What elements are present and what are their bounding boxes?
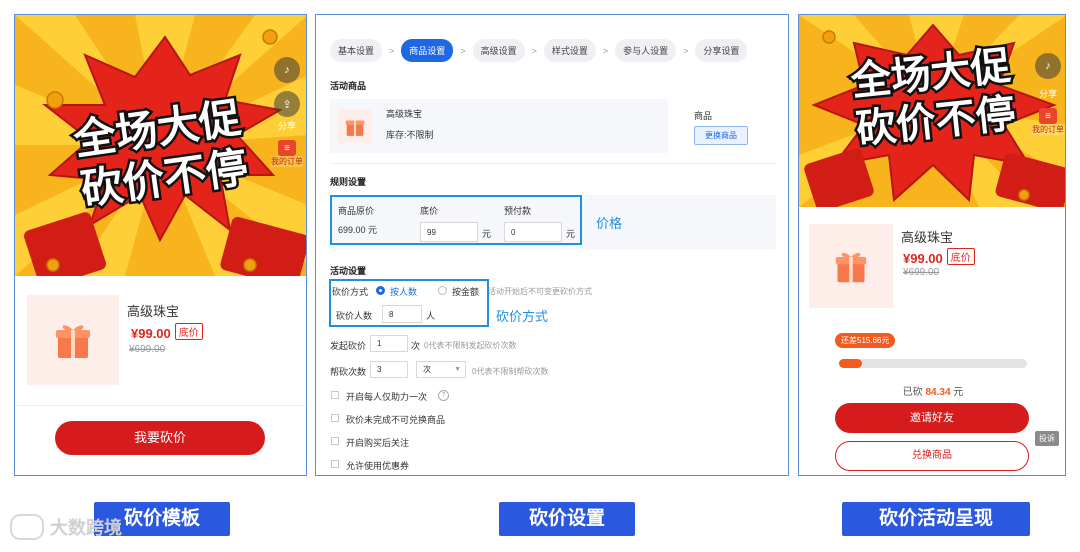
banner-art: 全场大促 砍价不停 — [799, 15, 1065, 207]
tab-basic[interactable]: 基本设置 — [330, 39, 383, 62]
step-arrow-icon: > — [389, 45, 395, 56]
orders-icon: ≡ — [1039, 108, 1057, 124]
tab-participants[interactable]: 参与人设置 — [615, 39, 677, 62]
initiate-input[interactable]: 1 — [370, 335, 408, 352]
price-annotation: 价格 — [596, 216, 623, 231]
activity-title: 活动设置 — [330, 266, 367, 276]
share-label: 分享 — [1038, 89, 1057, 99]
original-price: ¥699.00 — [129, 344, 166, 355]
product-name: 高级珠宝 — [901, 230, 954, 245]
share-label: 分享 — [277, 121, 296, 131]
exchange-goods-button[interactable]: 兑换商品 — [835, 441, 1029, 471]
option-label: 开启购买后关注 — [346, 438, 410, 448]
cut-prefix: 已砍 — [902, 387, 923, 398]
price-value: ¥99.00 — [903, 251, 943, 266]
cut-unit: 元 — [953, 387, 964, 398]
option-checkbox[interactable] — [331, 460, 339, 468]
help-input[interactable]: 3 — [370, 361, 408, 378]
goods-card — [330, 99, 668, 153]
price-value: ¥99.00 — [131, 326, 171, 341]
result-panel: 全场大促 砍价不停 ♪ 分享 ≡ 我的订单 高级珠宝 ¥99.00 底价 ¥699… — [798, 14, 1066, 476]
start-bargain-button[interactable]: 我要砍价 — [55, 421, 265, 455]
mode-hint: 活动开始后不可变更砍价方式 — [488, 287, 592, 296]
tab-advanced[interactable]: 高级设置 — [472, 39, 525, 62]
price-highlight-box — [330, 195, 582, 245]
orders-label: 我的订单 — [1032, 124, 1064, 135]
option-checkbox[interactable] — [331, 414, 339, 422]
initiate-label: 发起砍价 — [330, 341, 367, 351]
music-icon[interactable]: ♪ — [1035, 53, 1061, 79]
floor-price-tag: 底价 — [946, 248, 975, 265]
bargain-progress — [839, 359, 1027, 368]
product-name: 高级珠宝 — [127, 304, 180, 319]
option-checkbox[interactable] — [331, 437, 339, 445]
banner-art: 全场大促 砍价不停 — [15, 15, 306, 276]
caption-result: 砍价活动呈现 — [842, 502, 1030, 536]
banner-side-icons: ♪ 分享 ≡ 我的订单 — [1032, 53, 1064, 136]
bargain-progress-fill — [839, 359, 862, 368]
step-arrow-icon: > — [531, 45, 537, 56]
initiate-unit: 次 — [411, 341, 421, 351]
product-price: ¥99.00 底价 — [903, 248, 975, 266]
divider — [15, 405, 306, 406]
tab-style[interactable]: 样式设置 — [543, 39, 596, 62]
option-label: 开启每人仅助力一次 — [346, 392, 428, 402]
orders-button[interactable]: ≡ 我的订单 — [271, 140, 303, 168]
tab-share[interactable]: 分享设置 — [695, 39, 748, 62]
help-unit-select[interactable]: 次 ▼ — [416, 361, 466, 378]
floor-price-tag: 底价 — [174, 323, 203, 340]
banner-side-icons: ♪ ⇪ 分享 ≡ 我的订单 — [271, 57, 303, 168]
goods-name: 高级珠宝 — [386, 109, 423, 119]
divider — [330, 163, 776, 164]
gift-icon — [835, 252, 867, 283]
product-image — [809, 224, 893, 308]
logo-icon — [10, 514, 44, 540]
remaining-badge: 还差515.66元 — [835, 333, 896, 348]
gift-icon — [345, 120, 365, 136]
orders-icon: ≡ — [278, 140, 296, 156]
watermark: 大数跨境 — [10, 514, 122, 540]
goods-label: 商品 — [694, 111, 713, 121]
step-arrow-icon: > — [460, 45, 466, 56]
cut-summary: 已砍 84.34 元 — [799, 383, 1065, 398]
product-image — [27, 295, 119, 385]
activity-goods-title: 活动商品 — [330, 81, 367, 91]
step-arrow-icon: > — [602, 45, 609, 56]
help-icon: ? — [438, 390, 449, 401]
cut-amount: 84.34 — [925, 387, 951, 398]
tab-goods[interactable]: 商品设置 — [401, 39, 454, 62]
caption-settings: 砍价设置 — [499, 502, 635, 536]
goods-stock: 库存:不限制 — [386, 130, 434, 140]
goods-thumb — [338, 109, 372, 143]
mode-annotation: 砍价方式 — [496, 309, 549, 324]
help-label: 帮砍次数 — [330, 367, 367, 377]
initiate-hint: 0代表不限制发起砍价次数 — [424, 341, 517, 350]
change-goods-button[interactable]: 更换商品 — [694, 126, 748, 145]
watermark-text: 大数跨境 — [50, 518, 122, 538]
orders-button[interactable]: ≡ 我的订单 — [1032, 108, 1064, 136]
option-checkbox[interactable] — [331, 391, 339, 399]
gift-icon — [56, 325, 90, 358]
product-price: ¥99.00 底价 — [131, 323, 203, 341]
mode-highlight-box — [329, 279, 489, 327]
option-label: 允许使用优惠券 — [346, 461, 410, 471]
music-icon[interactable]: ♪ — [274, 57, 300, 83]
rules-title: 规则设置 — [330, 177, 367, 187]
step-arrow-icon: > — [683, 45, 689, 56]
help-unit-value: 次 — [423, 365, 431, 374]
original-price: ¥699.00 — [903, 267, 940, 278]
option-label: 砍价未完成不可兑换商品 — [346, 415, 446, 425]
promo-banner: 全场大促 砍价不停 ♪ 分享 ≡ 我的订单 — [799, 15, 1065, 207]
step-tabs: 基本设置 > 商品设置 > 高级设置 > 样式设置 > 参与人设置 > 分享设置 — [330, 39, 748, 62]
share-icon[interactable]: ⇪ — [274, 91, 300, 117]
report-button[interactable]: 投诉 — [1035, 431, 1059, 446]
template-panel: 全场大促 砍价不停 ♪ ⇪ 分享 ≡ 我的订单 高级珠宝 ¥99.00 底价 ¥6… — [14, 14, 307, 476]
invite-friends-button[interactable]: 邀请好友 — [835, 403, 1029, 433]
promo-banner: 全场大促 砍价不停 ♪ ⇪ 分享 ≡ 我的订单 — [15, 15, 306, 276]
help-hint: 0代表不限制帮砍次数 — [472, 367, 549, 376]
orders-label: 我的订单 — [271, 156, 303, 167]
settings-panel: 基本设置 > 商品设置 > 高级设置 > 样式设置 > 参与人设置 > 分享设置 活动商品… — [315, 14, 789, 476]
chevron-down-icon: ▼ — [454, 366, 461, 373]
